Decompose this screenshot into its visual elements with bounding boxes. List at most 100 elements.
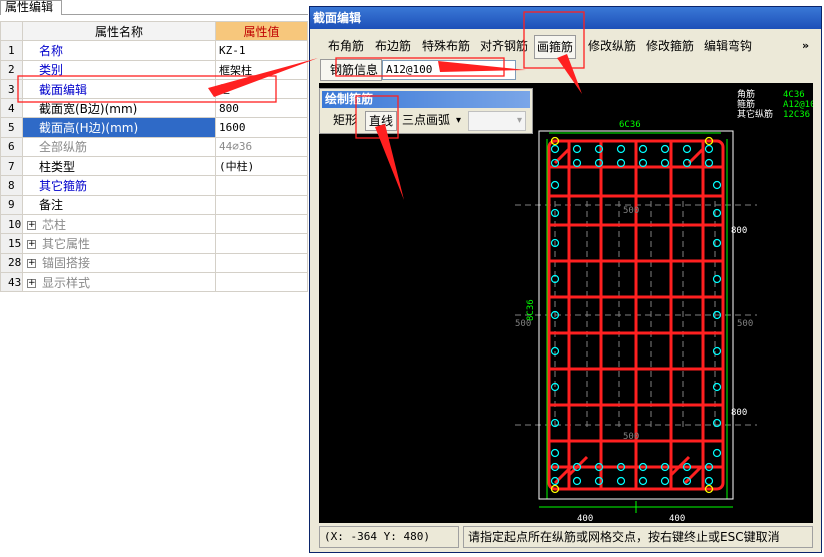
- draw-stirrup-panel: 绘制箍筋 矩形 直线 三点画弧 ▾ ▾: [319, 88, 533, 134]
- section-drawing[interactable]: 角筋 4C36 箍筋 A12@100 其它纵筋 12C36 6C36 8C36 …: [319, 83, 813, 523]
- longitudinal-bar: [712, 448, 722, 458]
- row-index: 5: [0, 117, 23, 138]
- property-row[interactable]: 5 截面高(H边)(mm) 1600: [0, 117, 308, 138]
- tool-corner-bar[interactable]: 布角筋: [326, 35, 366, 59]
- property-value[interactable]: [215, 194, 308, 215]
- property-row[interactable]: 8 其它箍筋: [0, 175, 308, 196]
- property-row[interactable]: 28 + 锚固搭接: [0, 252, 308, 273]
- row-index: 4: [0, 98, 23, 119]
- property-name: 名称: [22, 40, 216, 61]
- property-row[interactable]: 10 + 芯柱: [0, 213, 308, 235]
- property-value[interactable]: (中柱): [215, 156, 308, 177]
- row-index: 15: [0, 233, 23, 254]
- property-row[interactable]: 1 名称 KZ-1: [0, 40, 308, 61]
- row-index: 1: [0, 40, 23, 61]
- property-name-label: 柱类型: [39, 159, 76, 174]
- longitudinal-bar: [712, 180, 722, 190]
- section-toolbar: 布角筋 布边筋 特殊布筋 对齐钢筋 画箍筋 修改纵筋 修改箍筋 编辑弯钩 »: [322, 35, 814, 59]
- status-bar: (X: -364 Y: 480) 请指定起点所在纵筋或网格交点，按右键终止或ES…: [319, 526, 813, 548]
- expand-icon[interactable]: +: [27, 259, 36, 269]
- property-value[interactable]: KZ-1: [215, 40, 308, 61]
- dim-inner-mid-left: 500: [515, 319, 531, 329]
- tool-edit-hook[interactable]: 编辑弯钩: [702, 35, 754, 59]
- tool-modify-long-bar[interactable]: 修改纵筋: [586, 35, 638, 59]
- section-canvas[interactable]: 角筋 4C36 箍筋 A12@100 其它纵筋 12C36 6C36 8C36 …: [319, 83, 813, 523]
- property-value[interactable]: [215, 233, 308, 254]
- legend-label-stirrup: 箍筋: [737, 98, 755, 110]
- longitudinal-bar: [572, 158, 582, 168]
- longitudinal-bar: [572, 476, 582, 486]
- stirrup-hook: [687, 147, 705, 165]
- legend-value-stirrup: A12@100: [783, 100, 813, 110]
- property-value[interactable]: [215, 252, 308, 273]
- longitudinal-bar: [550, 448, 560, 458]
- property-name: 截面编辑: [22, 78, 216, 100]
- property-row[interactable]: 9 备注: [0, 194, 308, 215]
- property-panel-tab[interactable]: 属性编辑: [0, 0, 62, 15]
- tool-edge-bar[interactable]: 布边筋: [373, 35, 413, 59]
- row-index: 8: [0, 175, 23, 196]
- property-name: 备注: [22, 194, 216, 215]
- property-value[interactable]: 800: [215, 98, 308, 119]
- draw-mode-combo[interactable]: ▾: [468, 111, 526, 131]
- property-value[interactable]: [215, 175, 308, 196]
- tool-special-bar[interactable]: 特殊布筋: [420, 35, 472, 59]
- property-panel: 属性编辑 属性名称 属性值 1 名称 KZ-1 2 类别 框架柱 3 截面编辑 是 4 截面宽(B边…: [0, 0, 308, 557]
- expand-icon[interactable]: +: [27, 278, 36, 288]
- property-row[interactable]: 3 截面编辑 是: [0, 78, 308, 100]
- draw-panel-title[interactable]: 绘制箍筋: [322, 91, 530, 108]
- row-index: 7: [0, 156, 23, 177]
- property-name: 截面宽(B边)(mm): [22, 98, 216, 119]
- chevron-down-icon[interactable]: ▾: [456, 111, 461, 131]
- property-value[interactable]: 是: [215, 78, 308, 100]
- property-name-label: 其它箍筋: [39, 179, 88, 194]
- index-header: [0, 20, 23, 42]
- longitudinal-bar: [704, 144, 714, 154]
- property-row[interactable]: 43 + 显示样式: [0, 271, 308, 293]
- longitudinal-bar: [550, 180, 560, 190]
- property-row[interactable]: 2 类别 框架柱: [0, 59, 308, 80]
- value-header: 属性值: [215, 20, 308, 42]
- tool-align-bar[interactable]: 对齐钢筋: [478, 35, 530, 59]
- dim-bottom-right: 400: [669, 514, 685, 523]
- legend-label-corner: 角筋: [737, 88, 755, 100]
- legend-value-other: 12C36: [783, 110, 810, 120]
- row-index: 43: [0, 271, 23, 293]
- property-name-label: 备注: [39, 198, 64, 213]
- property-name-label: 显示样式: [42, 275, 91, 290]
- property-value[interactable]: 框架柱: [215, 59, 308, 80]
- dim-inner-mid-right: 500: [737, 319, 753, 329]
- status-message: 请指定起点所在纵筋或网格交点，按右键终止或ESC键取消: [463, 526, 813, 548]
- property-table-header: 属性名称 属性值: [0, 20, 308, 42]
- expand-icon[interactable]: +: [27, 239, 36, 249]
- rebar-info-label: 钢筋信息: [320, 59, 382, 81]
- expand-icon[interactable]: +: [27, 220, 36, 230]
- property-value[interactable]: [215, 271, 308, 293]
- property-value[interactable]: [215, 213, 308, 235]
- legend-value-corner: 4C36: [783, 90, 805, 100]
- canvas-legend: 角筋 4C36 箍筋 A12@100 其它纵筋 12C36: [737, 88, 813, 120]
- property-name-label: 锚固搭接: [42, 256, 91, 271]
- dim-right-lower: 800: [731, 408, 747, 418]
- property-name: + 其它属性: [22, 233, 216, 254]
- property-row[interactable]: 15 + 其它属性: [0, 233, 308, 254]
- longitudinal-bar: [660, 144, 670, 154]
- property-row[interactable]: 7 柱类型 (中柱): [0, 156, 308, 177]
- property-name: + 芯柱: [22, 213, 216, 235]
- property-row[interactable]: 6 全部纵筋 44⌀36: [0, 136, 308, 158]
- longitudinal-bar: [638, 144, 648, 154]
- property-value[interactable]: 44⌀36: [215, 136, 308, 158]
- draw-line-button[interactable]: 直线: [365, 111, 398, 131]
- tool-draw-stirrup[interactable]: 画箍筋: [534, 35, 577, 59]
- rebar-info-input[interactable]: A12@100: [382, 60, 516, 80]
- property-row[interactable]: 4 截面宽(B边)(mm) 800: [0, 98, 308, 119]
- tool-modify-stirrup[interactable]: 修改箍筋: [644, 35, 696, 59]
- draw-rect-button[interactable]: 矩形: [333, 111, 357, 131]
- toolbar-overflow-icon[interactable]: »: [802, 39, 809, 52]
- draw-arc-button[interactable]: 三点画弧: [402, 111, 450, 131]
- tab-divider: [62, 14, 308, 15]
- property-name-label: 截面宽(B边)(mm): [39, 101, 138, 116]
- longitudinal-bar: [660, 476, 670, 486]
- property-value[interactable]: 1600: [215, 117, 308, 138]
- row-index: 10: [0, 213, 23, 235]
